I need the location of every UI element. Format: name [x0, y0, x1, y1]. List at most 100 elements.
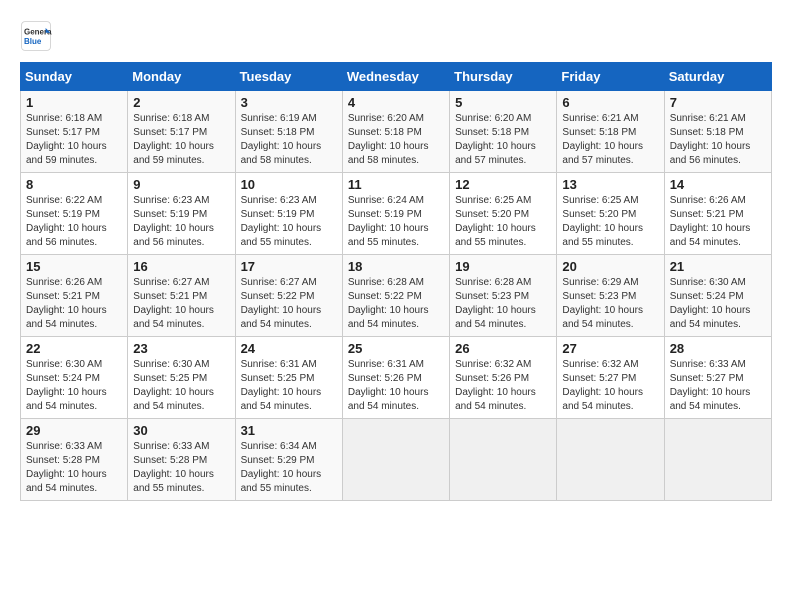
- day-number: 1: [26, 95, 122, 110]
- day-number: 23: [133, 341, 229, 356]
- calendar-week-row: 1 Sunrise: 6:18 AM Sunset: 5:17 PM Dayli…: [21, 91, 772, 173]
- calendar-cell: 12 Sunrise: 6:25 AM Sunset: 5:20 PM Dayl…: [450, 173, 557, 255]
- day-info: Sunrise: 6:31 AM Sunset: 5:25 PM Dayligh…: [241, 358, 337, 414]
- calendar-cell: 11 Sunrise: 6:24 AM Sunset: 5:19 PM Dayl…: [342, 173, 449, 255]
- calendar-table: SundayMondayTuesdayWednesdayThursdayFrid…: [20, 62, 772, 501]
- calendar-cell: [664, 419, 771, 501]
- day-info: Sunrise: 6:33 AM Sunset: 5:28 PM Dayligh…: [133, 440, 229, 496]
- day-info: Sunrise: 6:31 AM Sunset: 5:26 PM Dayligh…: [348, 358, 444, 414]
- day-number: 12: [455, 177, 551, 192]
- weekday-header-sunday: Sunday: [21, 63, 128, 91]
- calendar-week-row: 15 Sunrise: 6:26 AM Sunset: 5:21 PM Dayl…: [21, 255, 772, 337]
- calendar-week-row: 29 Sunrise: 6:33 AM Sunset: 5:28 PM Dayl…: [21, 419, 772, 501]
- day-number: 30: [133, 423, 229, 438]
- day-info: Sunrise: 6:23 AM Sunset: 5:19 PM Dayligh…: [241, 194, 337, 250]
- calendar-cell: 25 Sunrise: 6:31 AM Sunset: 5:26 PM Dayl…: [342, 337, 449, 419]
- day-number: 19: [455, 259, 551, 274]
- day-number: 24: [241, 341, 337, 356]
- calendar-cell: [342, 419, 449, 501]
- day-number: 26: [455, 341, 551, 356]
- calendar-cell: 27 Sunrise: 6:32 AM Sunset: 5:27 PM Dayl…: [557, 337, 664, 419]
- day-number: 27: [562, 341, 658, 356]
- calendar-cell: 30 Sunrise: 6:33 AM Sunset: 5:28 PM Dayl…: [128, 419, 235, 501]
- day-number: 21: [670, 259, 766, 274]
- day-number: 17: [241, 259, 337, 274]
- day-info: Sunrise: 6:30 AM Sunset: 5:24 PM Dayligh…: [670, 276, 766, 332]
- calendar-cell: 26 Sunrise: 6:32 AM Sunset: 5:26 PM Dayl…: [450, 337, 557, 419]
- svg-text:Blue: Blue: [24, 37, 42, 46]
- calendar-cell: 3 Sunrise: 6:19 AM Sunset: 5:18 PM Dayli…: [235, 91, 342, 173]
- calendar-cell: 4 Sunrise: 6:20 AM Sunset: 5:18 PM Dayli…: [342, 91, 449, 173]
- calendar-cell: 7 Sunrise: 6:21 AM Sunset: 5:18 PM Dayli…: [664, 91, 771, 173]
- calendar-cell: 22 Sunrise: 6:30 AM Sunset: 5:24 PM Dayl…: [21, 337, 128, 419]
- calendar-cell: 8 Sunrise: 6:22 AM Sunset: 5:19 PM Dayli…: [21, 173, 128, 255]
- day-info: Sunrise: 6:29 AM Sunset: 5:23 PM Dayligh…: [562, 276, 658, 332]
- weekday-header-wednesday: Wednesday: [342, 63, 449, 91]
- day-info: Sunrise: 6:22 AM Sunset: 5:19 PM Dayligh…: [26, 194, 122, 250]
- day-number: 28: [670, 341, 766, 356]
- day-info: Sunrise: 6:28 AM Sunset: 5:23 PM Dayligh…: [455, 276, 551, 332]
- day-info: Sunrise: 6:25 AM Sunset: 5:20 PM Dayligh…: [455, 194, 551, 250]
- day-number: 3: [241, 95, 337, 110]
- day-info: Sunrise: 6:25 AM Sunset: 5:20 PM Dayligh…: [562, 194, 658, 250]
- calendar-cell: [450, 419, 557, 501]
- day-number: 8: [26, 177, 122, 192]
- day-info: Sunrise: 6:21 AM Sunset: 5:18 PM Dayligh…: [670, 112, 766, 168]
- day-number: 7: [670, 95, 766, 110]
- calendar-cell: 17 Sunrise: 6:27 AM Sunset: 5:22 PM Dayl…: [235, 255, 342, 337]
- calendar-cell: 24 Sunrise: 6:31 AM Sunset: 5:25 PM Dayl…: [235, 337, 342, 419]
- calendar-cell: [557, 419, 664, 501]
- day-number: 22: [26, 341, 122, 356]
- day-info: Sunrise: 6:32 AM Sunset: 5:26 PM Dayligh…: [455, 358, 551, 414]
- day-number: 20: [562, 259, 658, 274]
- day-info: Sunrise: 6:34 AM Sunset: 5:29 PM Dayligh…: [241, 440, 337, 496]
- day-number: 6: [562, 95, 658, 110]
- day-number: 2: [133, 95, 229, 110]
- calendar-week-row: 22 Sunrise: 6:30 AM Sunset: 5:24 PM Dayl…: [21, 337, 772, 419]
- day-number: 14: [670, 177, 766, 192]
- day-number: 31: [241, 423, 337, 438]
- day-number: 10: [241, 177, 337, 192]
- calendar-cell: 31 Sunrise: 6:34 AM Sunset: 5:29 PM Dayl…: [235, 419, 342, 501]
- day-number: 5: [455, 95, 551, 110]
- calendar-cell: 5 Sunrise: 6:20 AM Sunset: 5:18 PM Dayli…: [450, 91, 557, 173]
- weekday-header-saturday: Saturday: [664, 63, 771, 91]
- day-number: 29: [26, 423, 122, 438]
- day-info: Sunrise: 6:28 AM Sunset: 5:22 PM Dayligh…: [348, 276, 444, 332]
- logo: General Blue: [20, 20, 56, 52]
- calendar-cell: 21 Sunrise: 6:30 AM Sunset: 5:24 PM Dayl…: [664, 255, 771, 337]
- day-info: Sunrise: 6:18 AM Sunset: 5:17 PM Dayligh…: [26, 112, 122, 168]
- calendar-cell: 14 Sunrise: 6:26 AM Sunset: 5:21 PM Dayl…: [664, 173, 771, 255]
- day-number: 13: [562, 177, 658, 192]
- calendar-cell: 23 Sunrise: 6:30 AM Sunset: 5:25 PM Dayl…: [128, 337, 235, 419]
- day-number: 9: [133, 177, 229, 192]
- day-info: Sunrise: 6:30 AM Sunset: 5:25 PM Dayligh…: [133, 358, 229, 414]
- calendar-cell: 10 Sunrise: 6:23 AM Sunset: 5:19 PM Dayl…: [235, 173, 342, 255]
- day-info: Sunrise: 6:20 AM Sunset: 5:18 PM Dayligh…: [455, 112, 551, 168]
- day-number: 18: [348, 259, 444, 274]
- calendar-cell: 6 Sunrise: 6:21 AM Sunset: 5:18 PM Dayli…: [557, 91, 664, 173]
- day-info: Sunrise: 6:27 AM Sunset: 5:22 PM Dayligh…: [241, 276, 337, 332]
- day-info: Sunrise: 6:27 AM Sunset: 5:21 PM Dayligh…: [133, 276, 229, 332]
- calendar-cell: 29 Sunrise: 6:33 AM Sunset: 5:28 PM Dayl…: [21, 419, 128, 501]
- calendar-cell: 16 Sunrise: 6:27 AM Sunset: 5:21 PM Dayl…: [128, 255, 235, 337]
- day-info: Sunrise: 6:26 AM Sunset: 5:21 PM Dayligh…: [670, 194, 766, 250]
- day-info: Sunrise: 6:33 AM Sunset: 5:27 PM Dayligh…: [670, 358, 766, 414]
- day-info: Sunrise: 6:21 AM Sunset: 5:18 PM Dayligh…: [562, 112, 658, 168]
- weekday-header-tuesday: Tuesday: [235, 63, 342, 91]
- weekday-header-friday: Friday: [557, 63, 664, 91]
- calendar-cell: 15 Sunrise: 6:26 AM Sunset: 5:21 PM Dayl…: [21, 255, 128, 337]
- day-info: Sunrise: 6:23 AM Sunset: 5:19 PM Dayligh…: [133, 194, 229, 250]
- calendar-cell: 18 Sunrise: 6:28 AM Sunset: 5:22 PM Dayl…: [342, 255, 449, 337]
- calendar-cell: 19 Sunrise: 6:28 AM Sunset: 5:23 PM Dayl…: [450, 255, 557, 337]
- day-number: 11: [348, 177, 444, 192]
- logo-icon: General Blue: [20, 20, 52, 52]
- weekday-header-monday: Monday: [128, 63, 235, 91]
- calendar-cell: 9 Sunrise: 6:23 AM Sunset: 5:19 PM Dayli…: [128, 173, 235, 255]
- header: General Blue: [20, 20, 772, 52]
- weekday-header-row: SundayMondayTuesdayWednesdayThursdayFrid…: [21, 63, 772, 91]
- day-info: Sunrise: 6:20 AM Sunset: 5:18 PM Dayligh…: [348, 112, 444, 168]
- day-number: 15: [26, 259, 122, 274]
- calendar-cell: 1 Sunrise: 6:18 AM Sunset: 5:17 PM Dayli…: [21, 91, 128, 173]
- day-number: 4: [348, 95, 444, 110]
